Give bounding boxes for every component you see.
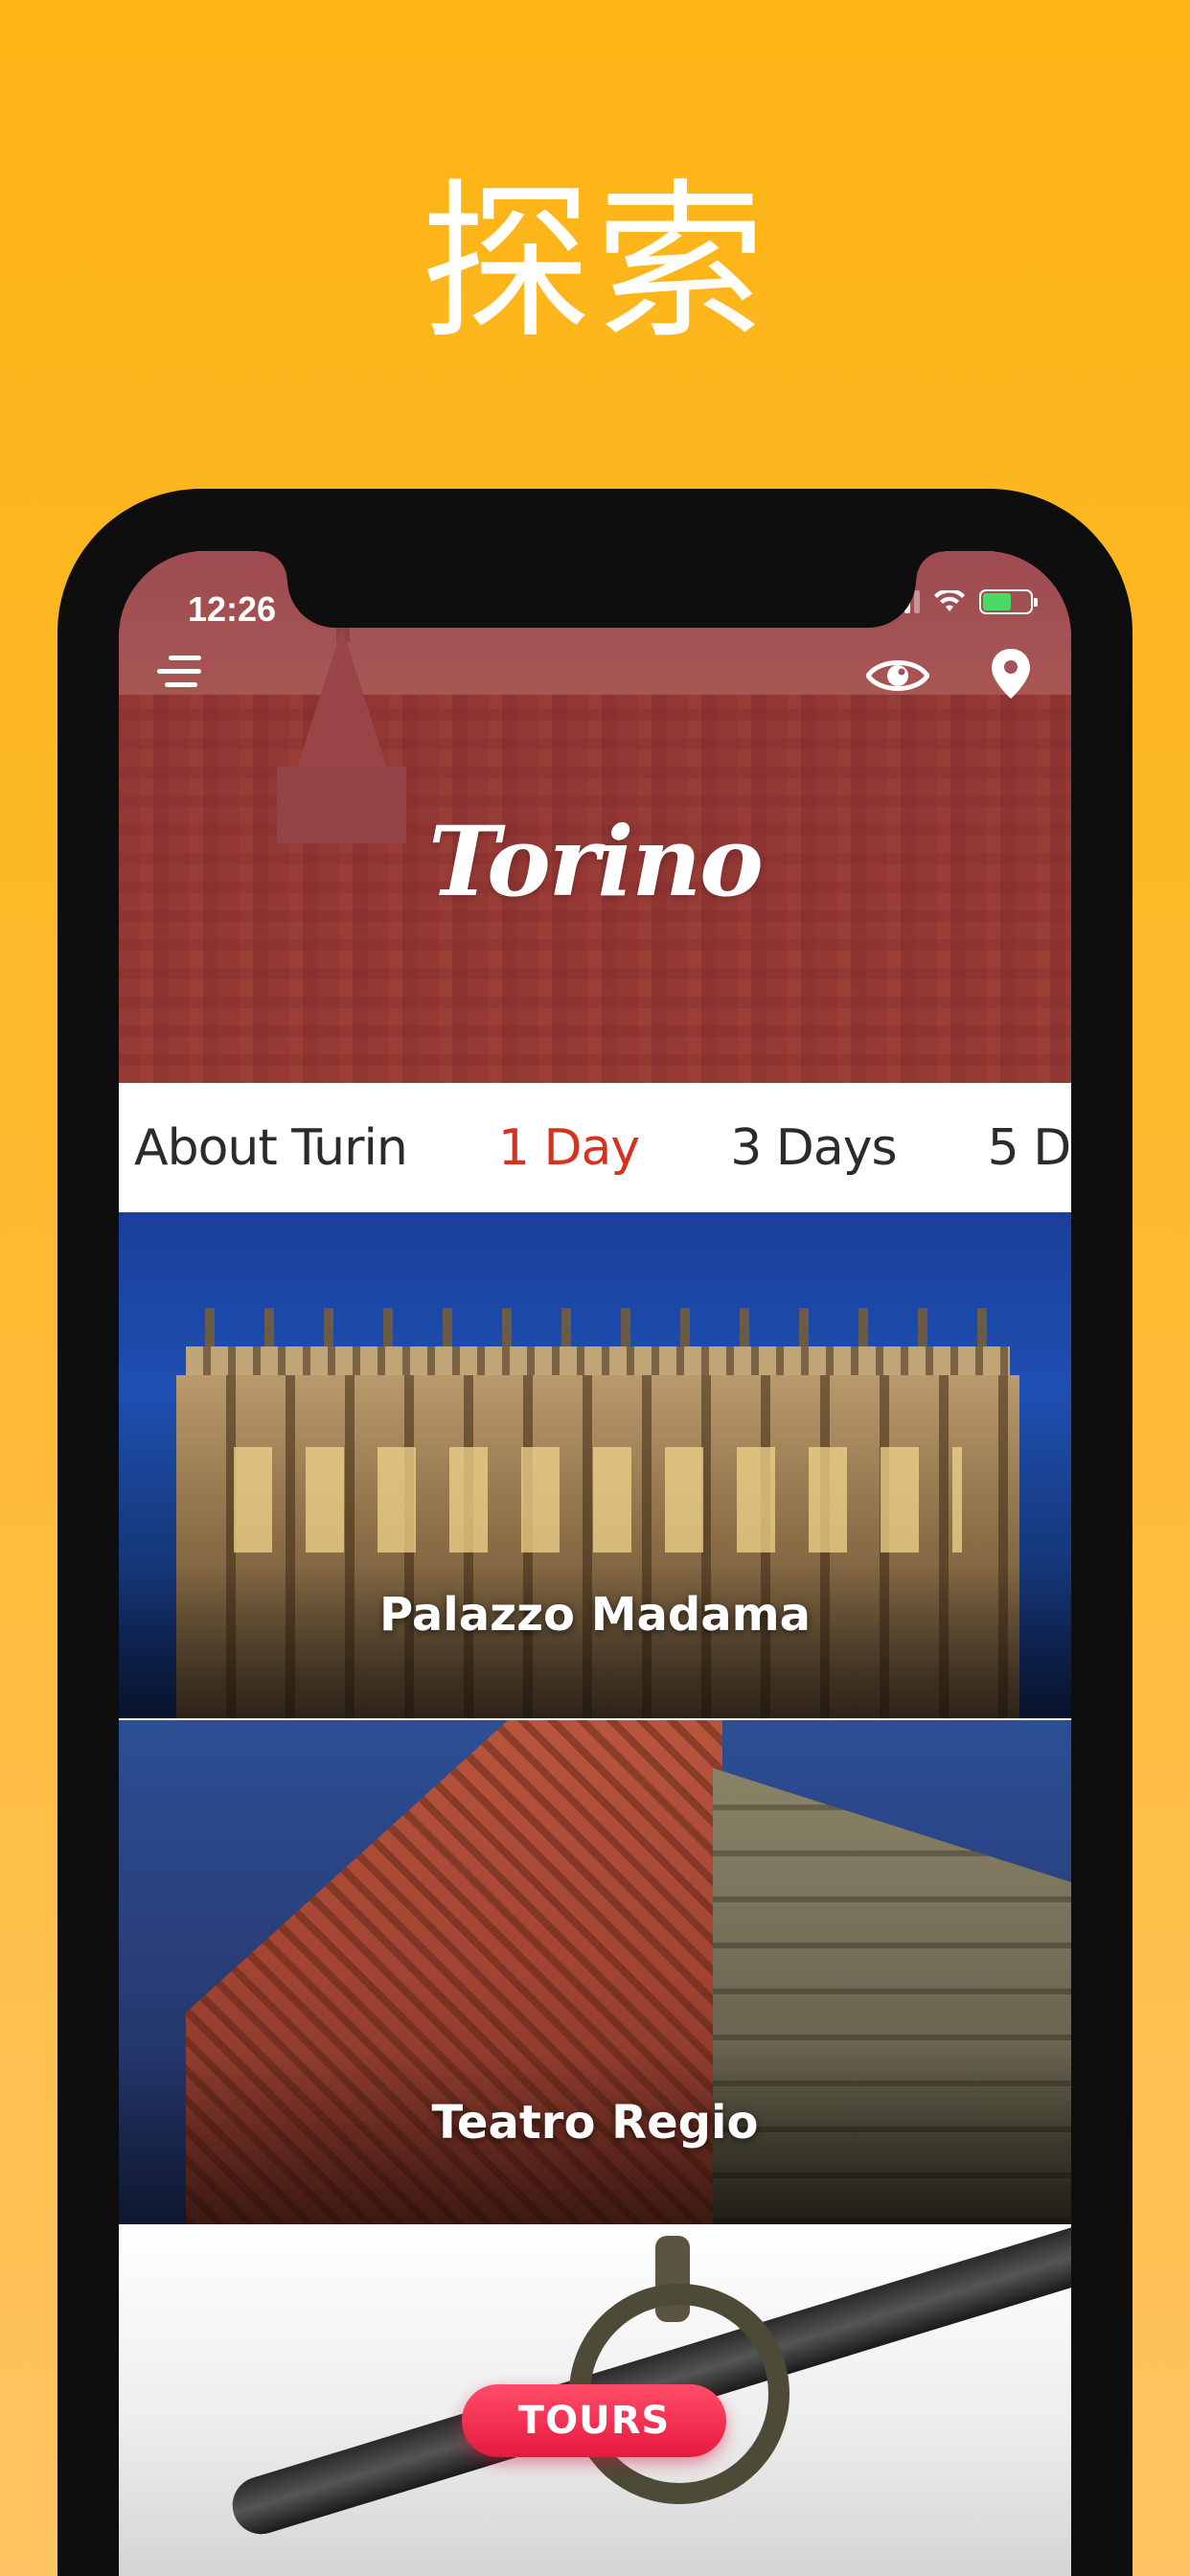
card-title: Teatro Regio xyxy=(431,2096,759,2150)
card-title: Palazzo Madama xyxy=(379,1588,811,1642)
phone-notch xyxy=(259,551,945,628)
menu-button[interactable] xyxy=(157,652,209,694)
tab-5-days[interactable]: 5 Days xyxy=(988,1119,1071,1177)
tab-1-day[interactable]: 1 Day xyxy=(498,1119,640,1177)
city-title: Torino xyxy=(428,805,764,918)
tab-3-days[interactable]: 3 Days xyxy=(730,1119,897,1177)
location-pin-icon[interactable] xyxy=(989,647,1033,701)
eye-icon[interactable] xyxy=(866,655,929,697)
hero-header: 12:26 Torino xyxy=(119,551,1071,1083)
card-teatro-regio[interactable]: Teatro Regio xyxy=(119,1720,1071,2224)
card-sword[interactable]: TOURS xyxy=(119,2226,1071,2576)
card-palazzo-madama[interactable]: Palazzo Madama xyxy=(119,1212,1071,1718)
wifi-icon xyxy=(934,590,965,611)
tours-button[interactable]: TOURS xyxy=(462,2384,726,2457)
tab-bar: About Turin 1 Day 3 Days 5 Days xyxy=(119,1083,1071,1212)
battery-icon xyxy=(979,589,1038,614)
promo-headline: 探索 xyxy=(421,164,769,362)
app-screen: 12:26 Torino About Turin 1 Day 3 Days 5 … xyxy=(119,551,1071,2576)
tab-about-turin[interactable]: About Turin xyxy=(134,1119,408,1177)
status-time: 12:26 xyxy=(188,589,277,629)
menu-icon xyxy=(169,656,201,660)
